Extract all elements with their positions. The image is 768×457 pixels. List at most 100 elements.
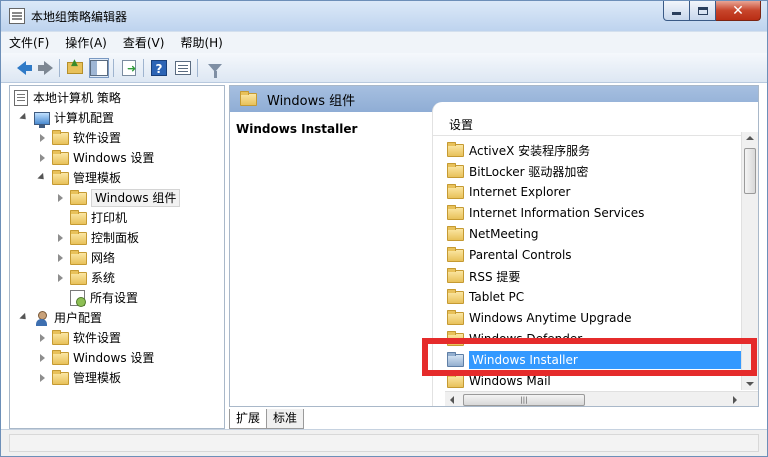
- expand-arrow-icon[interactable]: [38, 153, 48, 163]
- scroll-up-arrow-icon[interactable]: [746, 136, 754, 140]
- properties-button[interactable]: [173, 58, 193, 78]
- settings-list[interactable]: 设置 ActiveX 安装程序服务 BitLocker 驱动器加密 Intern…: [432, 102, 758, 406]
- expand-arrow-icon[interactable]: [56, 253, 66, 263]
- toolbar: ?: [1, 53, 767, 83]
- list-item-label: RSS 提要: [469, 269, 521, 284]
- menu-action[interactable]: 操作(A): [57, 33, 115, 53]
- menu-help[interactable]: 帮助(H): [172, 33, 230, 53]
- tree-item-all-settings[interactable]: 所有设置: [70, 288, 138, 308]
- tree-item-label: Windows 组件: [91, 189, 181, 207]
- expand-arrow-icon[interactable]: [38, 353, 48, 363]
- collapse-arrow-icon[interactable]: [38, 173, 48, 183]
- collapse-arrow-icon[interactable]: [20, 113, 30, 123]
- list-item-label: Windows Defender: [469, 332, 583, 346]
- list-item[interactable]: Parental Controls: [445, 245, 745, 265]
- list-item[interactable]: Tablet PC: [445, 287, 745, 307]
- list-item-selected[interactable]: Windows Installer: [445, 350, 745, 370]
- tree-item-label: 控制面板: [91, 231, 140, 245]
- content-area: 本地计算机 策略 计算机配置 软件设置 Windows 设置 管理模板 Wind…: [1, 83, 767, 429]
- group-policy-editor-window: 本地组策略编辑器 ✕ 文件(F) 操作(A) 查看(V) 帮助(H) ? 本地计…: [0, 0, 768, 457]
- list-item[interactable]: ActiveX 安装程序服务: [445, 140, 745, 160]
- filter-icon: [208, 64, 222, 78]
- help-icon: ?: [151, 60, 167, 76]
- tree-item-computer-config[interactable]: 计算机配置: [20, 108, 114, 128]
- tab-standard[interactable]: 标准: [266, 409, 305, 429]
- toolbar-separator: [143, 59, 144, 77]
- caption-buttons: ✕: [663, 1, 761, 21]
- tree-item-system[interactable]: 系统: [56, 268, 115, 288]
- computer-icon: [34, 111, 50, 128]
- export-list-button[interactable]: [119, 58, 139, 78]
- tree-item-cc-software[interactable]: 软件设置: [38, 128, 121, 148]
- menu-file[interactable]: 文件(F): [1, 33, 57, 53]
- tree-item-control-panel[interactable]: 控制面板: [56, 228, 139, 248]
- close-button[interactable]: ✕: [716, 1, 761, 21]
- folder-icon: [447, 330, 464, 346]
- list-item[interactable]: BitLocker 驱动器加密: [445, 161, 745, 181]
- help-button[interactable]: ?: [149, 58, 169, 78]
- tree-item-label: 本地计算机 策略: [33, 91, 121, 105]
- expand-arrow-icon[interactable]: [38, 133, 48, 143]
- title-bar[interactable]: 本地组策略编辑器 ✕: [1, 1, 767, 31]
- forward-arrow-icon: [37, 61, 53, 75]
- list-item-label: Internet Explorer: [469, 185, 571, 199]
- details-header-title: Windows 组件: [267, 93, 356, 109]
- expand-arrow-icon[interactable]: [56, 233, 66, 243]
- expand-arrow-icon[interactable]: [38, 333, 48, 343]
- expand-arrow-icon[interactable]: [56, 273, 66, 283]
- tree-item-uc-windows-settings[interactable]: Windows 设置: [38, 348, 154, 368]
- menu-view[interactable]: 查看(V): [115, 33, 173, 53]
- window-title: 本地组策略编辑器: [31, 10, 128, 24]
- tree-item-label: 所有设置: [90, 291, 139, 305]
- list-item[interactable]: NetMeeting: [445, 224, 745, 244]
- list-item[interactable]: Internet Explorer: [445, 182, 745, 202]
- status-field: [9, 434, 759, 452]
- minimize-button[interactable]: [663, 1, 690, 21]
- folder-icon: [52, 369, 69, 385]
- tree-item-printers[interactable]: 打印机: [70, 208, 127, 228]
- status-bar: [1, 429, 767, 456]
- horizontal-scroll-thumb[interactable]: |||: [463, 394, 585, 406]
- toolbar-separator: [59, 59, 60, 77]
- column-header-setting[interactable]: 设置: [433, 114, 758, 136]
- folder-icon: [52, 349, 69, 365]
- list-item[interactable]: RSS 提要: [445, 266, 745, 286]
- list-item[interactable]: Windows Anytime Upgrade: [445, 308, 745, 328]
- horizontal-scrollbar[interactable]: |||: [445, 391, 758, 406]
- back-button[interactable]: [11, 58, 32, 78]
- scroll-down-arrow-icon[interactable]: [746, 382, 754, 386]
- folder-icon: [447, 183, 464, 199]
- tree-item-cc-admin-templates[interactable]: 管理模板: [38, 168, 121, 188]
- maximize-button[interactable]: [690, 1, 716, 21]
- scroll-left-arrow-icon[interactable]: [450, 396, 454, 404]
- folder-icon: [447, 267, 464, 283]
- show-hide-tree-button[interactable]: [89, 58, 109, 78]
- tree-item-cc-windows-settings[interactable]: Windows 设置: [38, 148, 154, 168]
- folder-icon: [70, 229, 87, 245]
- collapse-arrow-icon[interactable]: [20, 313, 30, 323]
- list-item-label: Windows Anytime Upgrade: [469, 311, 632, 325]
- back-arrow-icon: [16, 61, 32, 75]
- vertical-scrollbar[interactable]: [741, 132, 758, 390]
- up-one-level-button[interactable]: [65, 58, 85, 78]
- tree-item-windows-components[interactable]: Windows 组件: [56, 188, 181, 208]
- tree-item-network[interactable]: 网络: [56, 248, 115, 268]
- details-pane: Windows 组件 Windows Installer 设置 ActiveX …: [229, 85, 759, 407]
- expand-arrow-icon[interactable]: [56, 193, 66, 203]
- list-item[interactable]: Internet Information Services: [445, 203, 745, 223]
- list-item[interactable]: Windows Defender: [445, 329, 745, 349]
- tree-item-uc-software[interactable]: 软件设置: [38, 328, 121, 348]
- scroll-right-arrow-icon[interactable]: [733, 396, 737, 404]
- console-tree[interactable]: 本地计算机 策略 计算机配置 软件设置 Windows 设置 管理模板 Wind…: [9, 85, 225, 429]
- tree-item-user-config[interactable]: 用户配置: [20, 308, 102, 328]
- tree-item-uc-admin-templates[interactable]: 管理模板: [38, 368, 121, 388]
- folder-open-icon: [70, 189, 87, 205]
- filter-button[interactable]: [205, 58, 225, 78]
- folder-up-icon: [67, 58, 83, 74]
- expand-arrow-icon[interactable]: [38, 373, 48, 383]
- tab-extended[interactable]: 扩展: [229, 409, 268, 429]
- forward-button[interactable]: [35, 58, 55, 78]
- tree-item-root[interactable]: 本地计算机 策略: [14, 88, 121, 108]
- vertical-scroll-thumb[interactable]: [744, 148, 756, 194]
- list-item[interactable]: Windows Mail: [445, 371, 745, 391]
